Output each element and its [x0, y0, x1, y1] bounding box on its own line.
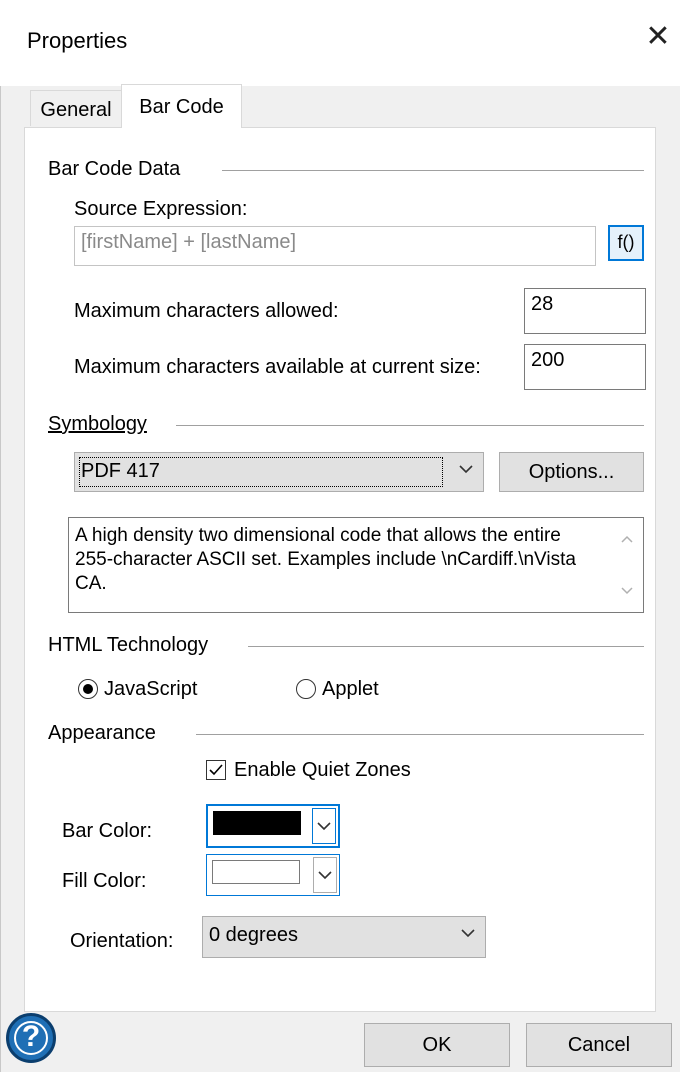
applet-radio[interactable]: [296, 679, 316, 699]
orientation-select[interactable]: 0 degrees: [202, 916, 486, 958]
symbology-selected-value: PDF 417: [81, 460, 160, 482]
orientation-selected-value: 0 degrees: [209, 924, 298, 946]
cancel-button[interactable]: Cancel: [526, 1023, 672, 1067]
orientation-label: Orientation:: [70, 930, 174, 952]
section-divider: [176, 425, 644, 426]
section-divider: [196, 734, 644, 735]
quiet-zones-label: Enable Quiet Zones: [234, 759, 411, 781]
ok-button-label: OK: [422, 1034, 452, 1056]
quiet-zones-checkbox[interactable]: [206, 760, 226, 780]
cancel-button-label: Cancel: [567, 1034, 631, 1056]
max-allowed-label: Maximum characters allowed:: [74, 300, 339, 322]
max-allowed-input[interactable]: 28: [524, 288, 646, 334]
max-available-input[interactable]: 200: [524, 344, 646, 390]
symbology-select[interactable]: PDF 417: [74, 452, 484, 492]
section-appearance: Appearance: [48, 722, 156, 744]
fill-color-label: Fill Color:: [62, 870, 147, 892]
section-symbology: Symbology: [48, 413, 147, 435]
tab-bar-code[interactable]: Bar Code: [121, 84, 242, 128]
symbology-description-text: A high density two dimensional code that…: [75, 525, 576, 594]
checkmark-icon: [209, 764, 223, 776]
radio-dot: [83, 684, 93, 694]
bar-color-label: Bar Color:: [62, 820, 153, 842]
function-builder-button[interactable]: f(): [608, 225, 644, 261]
section-html-technology: HTML Technology: [48, 634, 209, 656]
tab-general[interactable]: General: [30, 90, 122, 126]
source-expression-input[interactable]: [firstName] + [lastName]: [74, 226, 596, 266]
fill-color-picker[interactable]: [206, 854, 340, 896]
section-divider: [222, 170, 644, 171]
help-ring: [14, 1021, 48, 1055]
scroll-up-icon[interactable]: [619, 533, 635, 545]
scroll-down-icon[interactable]: [619, 585, 635, 597]
dialog-border: [0, 86, 1, 1072]
fill-color-dropdown[interactable]: [313, 857, 337, 893]
javascript-label: JavaScript: [104, 678, 198, 700]
help-button[interactable]: ?: [6, 1013, 56, 1063]
max-available-label: Maximum characters available at current …: [74, 356, 481, 378]
chevron-down-icon: [317, 822, 331, 831]
symbology-description: A high density two dimensional code that…: [68, 517, 644, 613]
description-scrollbar[interactable]: [612, 519, 642, 611]
chevron-down-icon: [318, 871, 332, 880]
section-bar-code-data: Bar Code Data: [48, 158, 181, 180]
applet-label: Applet: [322, 678, 379, 700]
source-expression-label: Source Expression:: [74, 198, 248, 220]
section-divider: [248, 646, 644, 647]
ok-button[interactable]: OK: [364, 1023, 510, 1067]
options-button[interactable]: Options...: [499, 452, 644, 492]
chevron-down-icon: [459, 465, 473, 474]
javascript-radio[interactable]: [78, 679, 98, 699]
bar-color-swatch: [213, 811, 301, 835]
bar-color-picker[interactable]: [206, 804, 340, 848]
fill-color-swatch: [212, 860, 300, 884]
close-icon[interactable]: ✕: [641, 20, 675, 54]
options-button-label: Options...: [528, 461, 615, 483]
window-title: Properties: [27, 28, 128, 53]
bar-color-dropdown[interactable]: [312, 808, 336, 844]
chevron-down-icon: [461, 929, 475, 938]
